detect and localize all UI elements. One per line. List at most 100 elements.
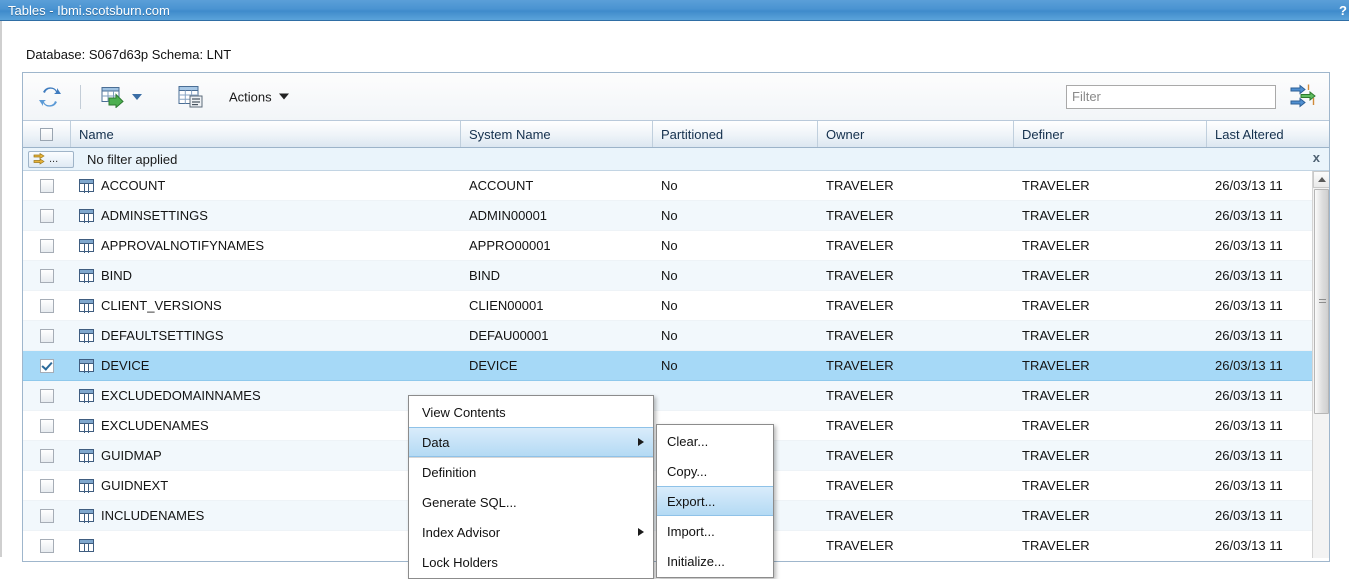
- context-submenu-item[interactable]: Initialize...: [657, 546, 773, 576]
- cell-last-altered: 26/03/13 11: [1215, 208, 1283, 223]
- filter-input[interactable]: [1066, 84, 1276, 109]
- row-select-cell[interactable]: [23, 388, 71, 403]
- row-select-cell[interactable]: [23, 208, 71, 223]
- row-select-cell[interactable]: [23, 238, 71, 253]
- context-menu-item[interactable]: Index Advisor: [409, 517, 653, 547]
- row-checkbox[interactable]: [40, 478, 54, 493]
- row-select-cell[interactable]: [23, 508, 71, 523]
- table-row[interactable]: ADMINSETTINGS ADMIN00001 No TRAVELER TRAVELE…: [23, 201, 1329, 231]
- scroll-up-button[interactable]: [1313, 171, 1329, 188]
- row-select-cell[interactable]: [23, 268, 71, 283]
- column-header-partitioned[interactable]: Partitioned: [653, 121, 818, 147]
- toolbar: Actions: [23, 73, 1329, 121]
- column-header-last-altered[interactable]: Last Altered: [1207, 121, 1329, 147]
- refresh-button[interactable]: [37, 84, 63, 110]
- run-sql-button[interactable]: [178, 85, 204, 109]
- row-select-cell[interactable]: [23, 478, 71, 493]
- cell-name-text: DEVICE: [101, 358, 150, 373]
- new-table-caret-icon[interactable]: [132, 93, 142, 100]
- table-icon: [79, 479, 94, 493]
- row-select-cell[interactable]: [23, 448, 71, 463]
- close-icon[interactable]: x: [1313, 150, 1320, 165]
- row-checkbox[interactable]: [40, 268, 54, 283]
- cell-last-altered: 26/03/13 11: [1215, 328, 1283, 343]
- scrollbar-thumb[interactable]: [1314, 189, 1329, 414]
- cell-name-text: APPROVALNOTIFYNAMES: [101, 238, 265, 253]
- table-icon: [79, 389, 94, 403]
- context-menu-item[interactable]: Generate SQL...: [409, 487, 653, 517]
- row-checkbox[interactable]: [40, 508, 54, 523]
- row-select-cell[interactable]: [23, 538, 71, 553]
- vertical-scrollbar[interactable]: [1312, 171, 1329, 558]
- context-menu-item[interactable]: Definition: [409, 457, 653, 487]
- table-row[interactable]: DEFAULTSETTINGS DEFAU00001 No TRAVELER TRAVE…: [23, 321, 1329, 351]
- context-submenu-data[interactable]: Clear... Copy... Export... Import... Initial…: [656, 424, 774, 578]
- cell-owner: TRAVELER: [826, 208, 894, 223]
- cell-partitioned: No: [661, 208, 678, 223]
- help-icon[interactable]: ?: [1339, 0, 1347, 20]
- toolbar-separator: [80, 85, 81, 109]
- cell-name-text: GUIDMAP: [101, 448, 162, 463]
- table-row[interactable]: EXCLUDEDOMAINNAMES TRAVELER TRAVELER 26/03/…: [23, 381, 1329, 411]
- table-row[interactable]: BIND BIND No TRAVELER TRAVELER 26/03/13 11: [23, 261, 1329, 291]
- row-checkbox[interactable]: [40, 418, 54, 433]
- column-header-definer[interactable]: Definer: [1014, 121, 1207, 147]
- new-table-button[interactable]: [101, 86, 142, 108]
- context-submenu-item[interactable]: Clear...: [657, 426, 773, 456]
- cell-owner: TRAVELER: [826, 178, 894, 193]
- window-title-bar: Tables - Ibmi.scotsburn.com ?: [0, 0, 1349, 21]
- table-row[interactable]: ACCOUNT ACCOUNT No TRAVELER TRAVELER 26/03/13…: [23, 171, 1329, 201]
- table-row[interactable]: DEVICE DEVICE No TRAVELER TRAVELER 26/03/13 1…: [23, 351, 1329, 381]
- context-submenu-items: Clear... Copy... Export... Import... Initial…: [657, 426, 773, 576]
- chevron-up-icon: [1317, 177, 1326, 182]
- row-checkbox[interactable]: [40, 388, 54, 403]
- chevron-right-icon: [638, 438, 644, 446]
- filter-status-bar: ... No filter applied x: [23, 148, 1329, 171]
- context-menu[interactable]: View Contents Data Definition Generate SQL.…: [408, 395, 654, 579]
- column-header-select-all[interactable]: [23, 121, 71, 147]
- context-submenu-item[interactable]: Import...: [657, 516, 773, 546]
- cell-partitioned: No: [661, 178, 678, 193]
- column-header-owner[interactable]: Owner: [818, 121, 1014, 147]
- cell-owner: TRAVELER: [826, 418, 894, 433]
- filter-settings-button[interactable]: [1289, 83, 1317, 110]
- column-header-name[interactable]: Name: [71, 121, 461, 147]
- row-checkbox[interactable]: [40, 238, 54, 253]
- row-checkbox[interactable]: [40, 178, 54, 193]
- cell-name: APPROVALNOTIFYNAMES: [71, 238, 461, 253]
- row-select-cell[interactable]: [23, 328, 71, 343]
- cell-definer: TRAVELER: [1022, 208, 1090, 223]
- cell-name: [71, 539, 461, 552]
- cell-name: INCLUDENAMES: [71, 508, 461, 523]
- row-checkbox[interactable]: [40, 328, 54, 343]
- select-all-checkbox[interactable]: [40, 127, 53, 141]
- row-checkbox[interactable]: [40, 538, 54, 553]
- row-select-cell[interactable]: [23, 178, 71, 193]
- row-select-cell[interactable]: [23, 298, 71, 313]
- filter-builder-button[interactable]: ...: [28, 150, 74, 168]
- row-checkbox[interactable]: [40, 358, 54, 373]
- table-row[interactable]: CLIENT_VERSIONS CLIEN00001 No TRAVELER TRAVE…: [23, 291, 1329, 321]
- context-submenu-item[interactable]: Copy...: [657, 456, 773, 486]
- cell-definer: TRAVELER: [1022, 178, 1090, 193]
- cell-owner: TRAVELER: [826, 268, 894, 283]
- context-menu-item[interactable]: View Contents: [409, 397, 653, 427]
- cell-system-name: BIND: [469, 268, 501, 283]
- table-row[interactable]: APPROVALNOTIFYNAMES APPRO00001 No TRAVELER T…: [23, 231, 1329, 261]
- cell-system-name: DEVICE: [469, 358, 518, 373]
- row-checkbox[interactable]: [40, 208, 54, 223]
- row-select-cell[interactable]: [23, 418, 71, 433]
- table-icon: [79, 179, 94, 193]
- actions-menu-button[interactable]: Actions: [229, 89, 289, 104]
- context-menu-item[interactable]: Data: [409, 427, 653, 457]
- filter-status-text: No filter applied: [87, 151, 178, 167]
- column-header-system-name[interactable]: System Name: [461, 121, 653, 147]
- cell-owner: TRAVELER: [826, 508, 894, 523]
- context-menu-item[interactable]: Lock Holders: [409, 547, 653, 577]
- context-submenu-item[interactable]: Export...: [657, 486, 773, 516]
- cell-definer: TRAVELER: [1022, 388, 1090, 403]
- row-checkbox[interactable]: [40, 298, 54, 313]
- row-checkbox[interactable]: [40, 448, 54, 463]
- cell-definer: TRAVELER: [1022, 298, 1090, 313]
- row-select-cell[interactable]: [23, 358, 71, 373]
